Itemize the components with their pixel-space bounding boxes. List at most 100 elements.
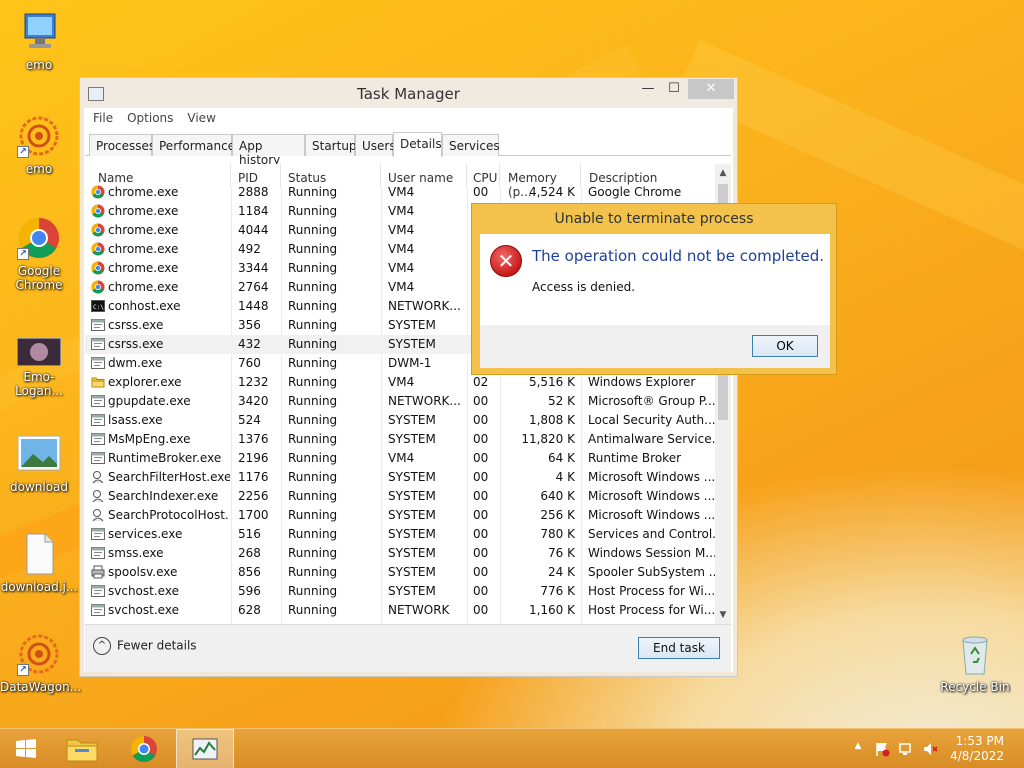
volume-muted-icon[interactable] <box>922 741 938 757</box>
table-row[interactable]: smss.exe 268 Running SYSTEM 00 76 K Windows Se… <box>85 544 715 563</box>
process-pid: 3344 <box>238 261 269 275</box>
tab-details[interactable]: Details <box>393 132 442 157</box>
process-memory: 1,808 K <box>528 413 575 427</box>
title-bar[interactable]: Task Manager — ☐ ✕ <box>80 78 737 108</box>
action-center-flag-icon[interactable] <box>874 741 890 757</box>
chrome-icon <box>91 185 105 199</box>
process-user-name: SYSTEM <box>388 527 436 541</box>
process-name: MsMpEng.exe <box>108 432 191 446</box>
desktop-icon-emo-shortcut[interactable]: ↗ emo <box>0 114 78 176</box>
desktop-icon-emo-computer[interactable]: emo <box>0 10 78 72</box>
table-row[interactable]: SearchProtocolHost.... 1700 Running SYSTEM 0… <box>85 506 715 525</box>
printer-icon <box>91 565 105 579</box>
process-user-name: SYSTEM <box>388 584 436 598</box>
process-cpu: 00 <box>473 451 489 465</box>
tab-users[interactable]: Users <box>355 134 396 156</box>
process-pid: 1700 <box>238 508 269 522</box>
network-icon[interactable] <box>898 741 914 757</box>
clock-time: 1:53 PM <box>955 734 1004 748</box>
tab-performance[interactable]: Performance <box>152 134 235 156</box>
process-cpu: 00 <box>473 470 489 484</box>
process-cpu: 00 <box>473 603 489 617</box>
tab-services[interactable]: Services <box>442 134 500 156</box>
process-user-name: SYSTEM <box>388 565 436 579</box>
table-row[interactable]: MsMpEng.exe 1376 Running SYSTEM 00 11,820 K An… <box>85 430 715 449</box>
tab-startup[interactable]: Startup <box>305 134 357 156</box>
process-pid: 628 <box>238 603 261 617</box>
end-task-button[interactable]: End task <box>638 637 720 659</box>
clock-date: 4/8/2022 <box>950 749 1004 763</box>
process-status: Running <box>288 261 338 275</box>
search-process-icon <box>91 489 105 503</box>
taskbar-chrome[interactable] <box>117 729 171 768</box>
application-window-icon <box>91 394 105 408</box>
process-name: explorer.exe <box>108 375 182 389</box>
table-row[interactable]: SearchFilterHost.exe 1176 Running SYSTEM 00 4… <box>85 468 715 487</box>
close-button[interactable]: ✕ <box>688 79 734 99</box>
application-window-icon <box>91 584 105 598</box>
fewer-details-label: Fewer details <box>117 638 197 653</box>
menu-view[interactable]: View <box>179 108 221 125</box>
process-description: Windows Explorer <box>588 375 696 389</box>
process-memory: 11,820 K <box>521 432 575 446</box>
table-row[interactable]: chrome.exe 2888 Running VM4 00 4,524 K Google … <box>85 183 715 202</box>
process-description: Services and Control... <box>588 527 715 541</box>
process-description: Windows Session M... <box>588 546 715 560</box>
table-row[interactable]: svchost.exe 628 Running NETWORK 00 1,160 K Hos… <box>85 601 715 620</box>
folder-icon <box>66 739 98 762</box>
menu-bar: File Options View <box>85 108 733 130</box>
process-user-name: VM4 <box>388 185 415 199</box>
menu-options[interactable]: Options <box>119 108 179 125</box>
start-button[interactable] <box>4 729 48 768</box>
table-row[interactable]: spoolsv.exe 856 Running SYSTEM 00 24 K Spooler… <box>85 563 715 582</box>
tab-app-history[interactable]: App history <box>232 134 305 167</box>
taskbar-clock[interactable]: 1:53 PM 4/8/2022 <box>950 734 1004 764</box>
desktop-icon-label: download.j... <box>0 580 78 594</box>
table-row[interactable]: lsass.exe 524 Running SYSTEM 00 1,808 K Local … <box>85 411 715 430</box>
process-memory: 776 K <box>540 584 575 598</box>
mandala-icon: ↗ <box>17 114 61 158</box>
table-row[interactable]: RuntimeBroker.exe 2196 Running VM4 00 64 K Run… <box>85 449 715 468</box>
table-row[interactable]: svchost.exe 596 Running SYSTEM 00 776 K Host P… <box>85 582 715 601</box>
dialog-footer: OK <box>480 325 830 368</box>
tab-processes[interactable]: Processes <box>89 134 155 156</box>
scroll-up-icon[interactable]: ▲ <box>715 164 731 182</box>
fewer-details-button[interactable]: ^ Fewer details <box>93 637 197 659</box>
chrome-icon <box>91 204 105 218</box>
chrome-icon: ↗ <box>17 216 61 260</box>
process-name: csrss.exe <box>108 318 164 332</box>
table-row[interactable]: gpupdate.exe 3420 Running NETWORK... 00 52 K M… <box>85 392 715 411</box>
desktop-icon-recycle-bin[interactable]: Recycle Bin <box>936 632 1014 694</box>
ok-button[interactable]: OK <box>752 335 818 357</box>
desktop-icon-datawagon[interactable]: ↗ DataWagon... <box>0 632 81 694</box>
maximize-button[interactable]: ☐ <box>661 79 687 99</box>
process-pid: 760 <box>238 356 261 370</box>
process-name: conhost.exe <box>108 299 181 313</box>
taskbar-file-explorer[interactable] <box>58 729 106 768</box>
process-cpu: 00 <box>473 527 489 541</box>
process-user-name: VM4 <box>388 451 415 465</box>
menu-file[interactable]: File <box>85 108 119 125</box>
table-row[interactable]: explorer.exe 1232 Running VM4 02 5,516 K Windo… <box>85 373 715 392</box>
table-row[interactable]: services.exe 516 Running SYSTEM 00 780 K Servi… <box>85 525 715 544</box>
error-icon: ✕ <box>490 245 522 277</box>
show-hidden-icons-icon[interactable]: ▲ <box>850 741 866 757</box>
process-description: Host Process for Wi... <box>588 584 715 598</box>
dialog-body: ✕ The operation could not be completed. … <box>480 234 830 325</box>
desktop-icon-google-chrome[interactable]: ↗ Google Chrome <box>0 216 78 292</box>
desktop-icon-download-file[interactable]: download.j... <box>0 532 78 594</box>
table-row[interactable]: SearchIndexer.exe 2256 Running SYSTEM 00 640 … <box>85 487 715 506</box>
scroll-down-icon[interactable]: ▼ <box>715 606 731 624</box>
minimize-button[interactable]: — <box>635 79 661 99</box>
taskbar-task-manager[interactable] <box>176 729 234 768</box>
process-user-name: VM4 <box>388 204 415 218</box>
desktop-icon-emo-logan[interactable]: Emo-Logan... <box>0 337 78 398</box>
process-pid: 2256 <box>238 489 269 503</box>
application-window-icon <box>91 451 105 465</box>
process-pid: 524 <box>238 413 261 427</box>
desktop-icon-download[interactable]: download <box>0 432 78 494</box>
recycle-bin-icon <box>953 632 997 676</box>
process-pid: 2888 <box>238 185 269 199</box>
process-status: Running <box>288 470 338 484</box>
process-memory: 5,516 K <box>528 375 575 389</box>
